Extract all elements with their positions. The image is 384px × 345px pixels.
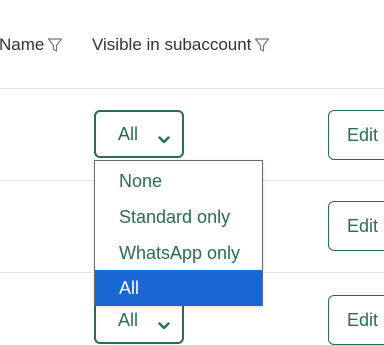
edit-button[interactable]: Edit (328, 110, 384, 160)
column-header-visible-in-subaccount[interactable]: Visible in subaccount (92, 35, 270, 55)
column-header-label: Visible in subaccount (92, 35, 252, 54)
chevron-down-icon (158, 315, 170, 330)
visibility-dropdown-list: None Standard only WhatsApp only All (94, 160, 263, 306)
dropdown-option-all[interactable]: All (95, 270, 262, 306)
column-header-name[interactable]: Name (0, 35, 63, 55)
dropdown-option-whatsapp-only[interactable]: WhatsApp only (95, 235, 262, 271)
edit-button-label: Edit (347, 215, 379, 236)
chevron-down-icon (158, 129, 170, 144)
select-value: All (118, 123, 139, 144)
visibility-select[interactable]: All (94, 110, 184, 158)
edit-button[interactable]: Edit (328, 295, 384, 345)
dropdown-option-none[interactable]: None (95, 163, 262, 199)
column-header-label: Name (0, 35, 45, 54)
dropdown-option-standard-only[interactable]: Standard only (95, 199, 262, 235)
edit-button[interactable]: Edit (328, 201, 384, 251)
select-value: All (118, 309, 139, 330)
filter-icon[interactable] (47, 37, 63, 53)
edit-button-label: Edit (347, 309, 379, 330)
filter-icon[interactable] (254, 37, 270, 53)
table-header: Name Visible in subaccount (0, 0, 384, 89)
edit-button-label: Edit (347, 124, 379, 145)
